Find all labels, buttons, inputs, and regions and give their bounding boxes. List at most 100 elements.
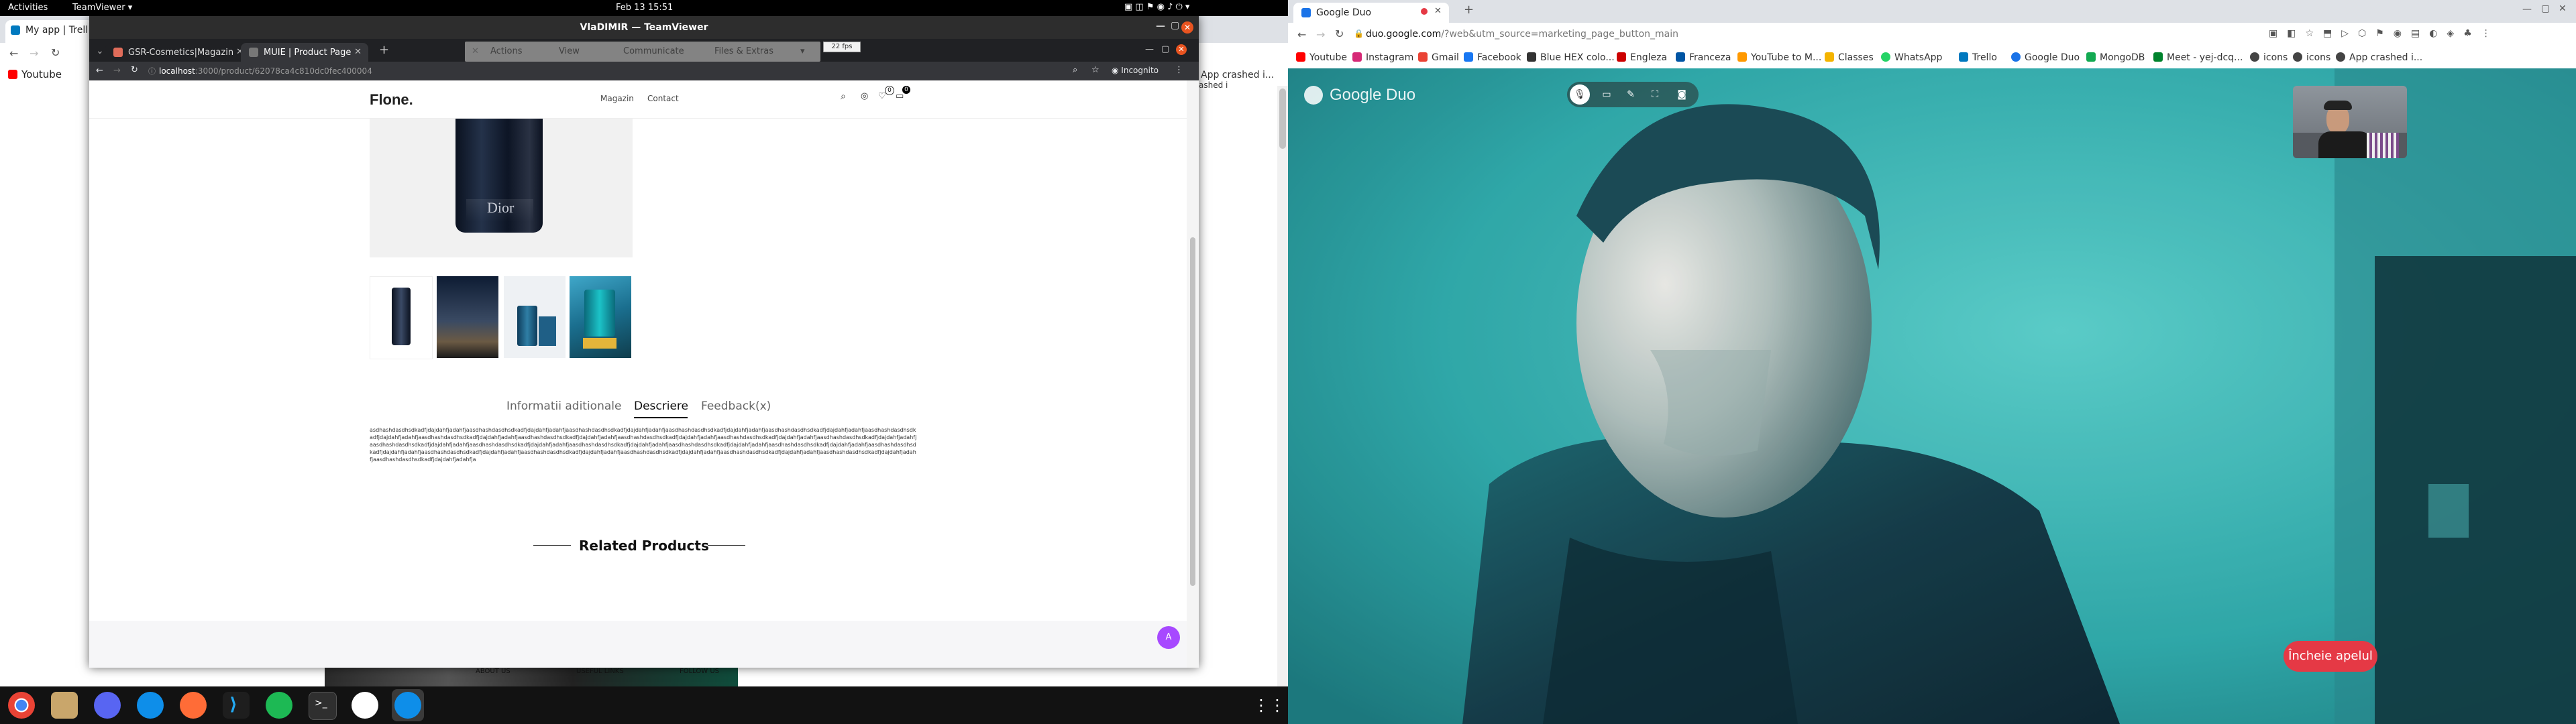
tab-feedback[interactable]: Feedback(x) xyxy=(701,400,771,413)
close-icon[interactable]: ✕ xyxy=(1181,21,1193,34)
bookmark-engleza[interactable]: Engleza xyxy=(1617,52,1667,63)
menu-actions[interactable]: Actions xyxy=(490,46,523,56)
new-tab-icon[interactable]: + xyxy=(1464,3,1474,17)
teamviewer-icon[interactable] xyxy=(137,692,164,719)
bookmark-trello[interactable]: Trello xyxy=(1959,52,1997,63)
teamviewer-icon[interactable] xyxy=(394,692,421,719)
menu-communicate[interactable]: Communicate xyxy=(623,46,684,56)
discord-icon[interactable] xyxy=(94,692,121,719)
tab-informatii-aditionale[interactable]: Informatii aditionale xyxy=(506,400,621,413)
bookmark-blue-hex[interactable]: Blue HEX colo... xyxy=(1527,52,1615,63)
bookmark-star-icon[interactable]: ☆ xyxy=(1091,65,1099,75)
tab-descriere[interactable]: Descriere xyxy=(634,400,688,413)
tab-google-duo[interactable]: Google Duo ✕ xyxy=(1293,3,1449,23)
end-call-button[interactable]: Încheie apelul xyxy=(2284,641,2377,672)
account-icon[interactable]: ◎ xyxy=(861,91,868,101)
remote-tab-magazin[interactable]: GSR-Cosmetics|Magazin ✕ xyxy=(105,43,250,62)
minimize-icon[interactable]: — xyxy=(1156,21,1165,32)
teamviewer-app-menu[interactable]: TeamViewer ▾ xyxy=(72,3,132,13)
thumbnail-4[interactable] xyxy=(570,276,631,358)
fullscreen-icon[interactable]: ⛶ xyxy=(1645,84,1665,105)
bookmark-franceza[interactable]: Franceza xyxy=(1676,52,1731,63)
bookmark-youtube[interactable]: Youtube xyxy=(8,68,62,80)
back-icon[interactable]: ← xyxy=(9,47,18,60)
bookmark-google-duo[interactable]: Google Duo xyxy=(2011,52,2080,63)
reload-icon[interactable]: ↻ xyxy=(51,46,60,59)
close-tab-icon[interactable]: ✕ xyxy=(1434,6,1442,16)
activities-button[interactable]: Activities xyxy=(8,3,48,13)
bookmark-youtube-to-mp3[interactable]: YouTube to M... xyxy=(1737,52,1821,63)
screenshot-icon[interactable]: ◙ xyxy=(1672,84,1692,105)
thumbnail-3[interactable] xyxy=(504,276,566,358)
remote-maximize-icon[interactable]: ▢ xyxy=(1161,44,1169,54)
vscode-icon[interactable]: ⟩ xyxy=(223,692,250,719)
product-main-image[interactable]: Dior xyxy=(370,119,633,257)
tray-icons[interactable]: ▣ ◫ ⚑ ◉ ♪ ⏻ ▾ xyxy=(1124,2,1189,12)
bookmark-icons-1[interactable]: icons xyxy=(2250,52,2288,63)
thumbnail-1[interactable] xyxy=(370,276,433,359)
clock[interactable]: Feb 13 15:51 xyxy=(616,3,673,13)
footer-about-us[interactable]: ABOUT US xyxy=(476,668,511,675)
effects-icon[interactable]: ✎ xyxy=(1621,84,1641,105)
close-tab-icon[interactable]: ✕ xyxy=(354,47,362,57)
zoom-icon[interactable]: ⌕ xyxy=(1073,65,1077,75)
remote-scroll-thumb[interactable] xyxy=(1190,237,1195,586)
app-grid-icon[interactable]: ⋮⋮⋮ xyxy=(1253,692,1301,719)
chevron-down-icon[interactable]: ▾ xyxy=(800,46,805,56)
tab-search-icon[interactable]: ⌄ xyxy=(96,46,104,56)
camera-off-icon[interactable]: ▭ xyxy=(1597,84,1617,105)
background-scrollbar[interactable] xyxy=(1277,86,1288,686)
extensions-icons[interactable]: ▣◧☆⬒▷⬡⚑◉▤◐◈♣⋮ xyxy=(2269,28,2500,39)
menu-files-extras[interactable]: Files & Extras xyxy=(714,46,773,56)
bookmark-classes[interactable]: Classes xyxy=(1825,52,1874,63)
scroll-top-button[interactable]: A xyxy=(1157,626,1180,649)
background-scroll-thumb[interactable] xyxy=(1279,88,1286,149)
mute-mic-icon[interactable]: 🎙 xyxy=(1570,84,1590,105)
close-session-icon[interactable]: ✕ xyxy=(472,46,479,56)
cart-icon[interactable]: ▭ xyxy=(896,91,904,101)
menu-view[interactable]: View xyxy=(559,46,580,56)
footer-useful-links[interactable]: USEFUL LINKS xyxy=(576,668,624,675)
maximize-icon[interactable]: ▢ xyxy=(2541,3,2550,14)
lock-icon[interactable]: 🔒 xyxy=(1354,29,1364,38)
thumbnail-2[interactable] xyxy=(437,276,498,358)
postman-icon[interactable] xyxy=(180,692,207,719)
minimize-icon[interactable]: — xyxy=(2522,4,2532,15)
remote-minimize-icon[interactable]: — xyxy=(1145,44,1154,54)
bookmark-youtube[interactable]: Youtube xyxy=(1296,52,1347,63)
nav-magazin[interactable]: Magazin xyxy=(600,94,634,103)
duo-url-bar[interactable]: duo.google.com/?web&utm_source=marketing… xyxy=(1366,29,1678,40)
bookmark-gmail[interactable]: Gmail xyxy=(1418,52,1459,63)
spotify-icon[interactable] xyxy=(266,692,292,719)
bookmark-mongodb[interactable]: MongoDB xyxy=(2086,52,2145,63)
site-logo[interactable]: Flone. xyxy=(370,91,413,109)
search-icon[interactable]: ⌕ xyxy=(841,91,846,102)
self-preview[interactable] xyxy=(2293,86,2407,158)
nav-contact[interactable]: Contact xyxy=(647,94,679,103)
bg-browser-tab[interactable]: My app | Trell xyxy=(5,20,93,43)
footer-follow-us[interactable]: FOLLOW US xyxy=(680,668,719,675)
info-icon[interactable]: ⓘ xyxy=(148,66,156,76)
bookmark-instagram[interactable]: Instagram xyxy=(1352,52,1413,63)
gitkraken-icon[interactable] xyxy=(352,692,378,719)
remote-url-bar[interactable]: localhost:3000/product/62078ca4c810dc0fe… xyxy=(159,66,372,76)
new-tab-icon[interactable]: + xyxy=(379,43,389,57)
bookmark-meet[interactable]: Meet - yej-dcq... xyxy=(2153,52,2243,63)
remote-close-icon[interactable]: ✕ xyxy=(1176,44,1187,55)
reload-icon[interactable]: ↻ xyxy=(1335,27,1344,40)
close-icon[interactable]: ✕ xyxy=(2559,3,2567,14)
back-icon[interactable]: ← xyxy=(1297,28,1306,41)
menu-dots-icon[interactable]: ⋮ xyxy=(1175,65,1183,75)
forward-icon[interactable]: → xyxy=(113,66,121,76)
chrome-icon[interactable] xyxy=(8,692,35,719)
bookmark-facebook[interactable]: Facebook xyxy=(1464,52,1521,63)
bookmark-app-crashed[interactable]: App crashed i... xyxy=(2336,52,2422,63)
reload-icon[interactable]: ↻ xyxy=(131,65,138,75)
bookmark-whatsapp[interactable]: WhatsApp xyxy=(1881,52,1942,63)
incognito-indicator[interactable]: ◉ Incognito xyxy=(1112,66,1159,75)
terminal-icon[interactable]: >_ xyxy=(309,692,337,720)
bg-bookmark-fragment[interactable]: App crashed i... xyxy=(1201,70,1274,80)
bookmark-icons-2[interactable]: icons xyxy=(2293,52,2330,63)
remote-tab-product-page[interactable]: MUIE | Product Page ✕ xyxy=(241,43,368,62)
forward-icon[interactable]: → xyxy=(30,47,38,60)
